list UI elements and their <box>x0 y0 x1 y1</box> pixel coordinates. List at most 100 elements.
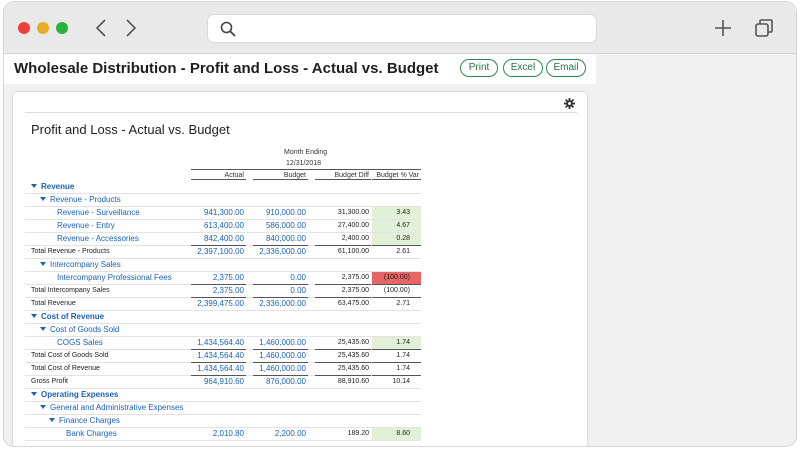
cell-actual[interactable]: 2,397,100.00 <box>191 247 244 257</box>
account-row-link[interactable]: Intercompany Professional Fees <box>57 273 172 283</box>
new-tab-button[interactable] <box>711 16 735 40</box>
subtotal-rule <box>253 245 308 246</box>
cell-actual[interactable]: 1,434,564.40 <box>191 364 244 374</box>
divider <box>25 112 577 113</box>
cell-diff: 63,475.00 <box>337 300 369 307</box>
row-label-text: Total Revenue <box>31 300 76 307</box>
caret-down-icon[interactable] <box>49 418 55 422</box>
group-row-toggle[interactable]: General and Administrative Expenses <box>40 403 183 413</box>
cell-budget-pct-var: 2.71 <box>396 300 410 307</box>
minimize-window-button[interactable] <box>37 22 49 34</box>
subtotal-rule <box>315 375 371 376</box>
group-row-toggle[interactable]: Revenue - Products <box>40 195 121 205</box>
subtotal-rule <box>372 284 421 285</box>
cell-budget[interactable]: 1,460,000.00 <box>253 364 306 374</box>
cell-actual[interactable]: 2,010.80 <box>191 429 244 439</box>
cell-actual[interactable]: 964,910.60 <box>191 377 244 387</box>
total-row-label: Total Cost of Goods Sold <box>31 351 108 361</box>
row-label-text: Finance Charges <box>59 416 120 425</box>
cell-actual[interactable]: 2,375.00 <box>191 273 244 283</box>
excel-button[interactable]: Excel <box>503 59 543 77</box>
cell-actual[interactable]: 2,399,475.00 <box>191 299 244 309</box>
row-separator <box>25 336 421 337</box>
account-row-link[interactable]: Revenue - Surveillance <box>57 208 140 218</box>
row-label-text: COGS Sales <box>57 338 103 347</box>
cell-budget[interactable]: 2,200.00 <box>253 429 306 439</box>
url-input[interactable] <box>244 19 584 39</box>
caret-down-icon[interactable] <box>40 262 46 266</box>
cell-budget[interactable]: 2,336,000.00 <box>253 299 306 309</box>
caret-down-icon[interactable] <box>31 184 37 188</box>
cell-actual[interactable]: 1,434,564.40 <box>191 338 244 348</box>
caret-down-icon[interactable] <box>40 197 46 201</box>
print-button[interactable]: Print <box>460 59 498 77</box>
back-button[interactable] <box>90 16 112 40</box>
subtotal-rule <box>191 349 246 350</box>
column-header-budget: Budget <box>283 172 306 179</box>
cell-budget[interactable]: 840,000.00 <box>253 234 306 244</box>
account-row-link[interactable]: COGS Sales <box>57 338 103 348</box>
cell-budget[interactable]: 0.00 <box>253 273 306 283</box>
caret-down-icon[interactable] <box>40 405 46 409</box>
row-separator <box>25 440 421 441</box>
subtotal-rule <box>315 362 371 363</box>
address-bar[interactable] <box>207 14 597 43</box>
row-label-text: Operating Expenses <box>41 390 119 399</box>
browser-toolbar <box>4 2 796 54</box>
group-row-toggle[interactable]: Revenue <box>31 182 74 192</box>
column-header-budget-diff: Budget Diff <box>334 172 369 179</box>
close-window-button[interactable] <box>18 22 30 34</box>
subtotal-rule <box>372 349 421 350</box>
cell-budget[interactable]: 0.00 <box>253 286 306 296</box>
cell-actual[interactable]: 1,434,564.40 <box>191 351 244 361</box>
subtotal-rule <box>253 362 308 363</box>
email-button[interactable]: Email <box>546 59 586 77</box>
tabs-icon <box>755 19 773 37</box>
row-separator <box>25 401 421 402</box>
group-row-toggle[interactable]: Cost of Revenue <box>31 312 104 322</box>
group-row-toggle[interactable]: Intercompany Sales <box>40 260 121 270</box>
period-label: Month Ending <box>284 149 328 156</box>
row-label-text: Revenue - Surveillance <box>57 208 140 217</box>
cell-actual[interactable]: 941,300.00 <box>191 208 244 218</box>
cell-budget-pct-var: 1.74 <box>396 352 410 359</box>
cell-actual[interactable]: 842,400.00 <box>191 234 244 244</box>
caret-down-icon[interactable] <box>31 314 37 318</box>
cell-budget[interactable]: 876,000.00 <box>253 377 306 387</box>
caret-down-icon[interactable] <box>40 327 46 331</box>
cell-actual[interactable]: 613,400.00 <box>191 221 244 231</box>
cell-budget[interactable]: 910,000.00 <box>253 208 306 218</box>
report-title: Profit and Loss - Actual vs. Budget <box>31 122 230 137</box>
total-row-label: Total Revenue - Products <box>31 247 110 257</box>
group-row-toggle[interactable]: Finance Charges <box>49 416 120 426</box>
cell-budget[interactable]: 2,336,000.00 <box>253 247 306 257</box>
account-row-link[interactable]: Revenue - Accessories <box>57 234 139 244</box>
column-header-rule <box>253 179 308 180</box>
row-label-text: Total Cost of Revenue <box>31 365 100 372</box>
caret-down-icon[interactable] <box>31 392 37 396</box>
cell-actual[interactable]: 2,375.00 <box>191 286 244 296</box>
column-header-actual: Actual <box>224 172 244 179</box>
cell-budget[interactable]: 1,460,000.00 <box>253 338 306 348</box>
gear-icon[interactable] <box>564 98 575 109</box>
row-label-text: Cost of Revenue <box>41 312 105 321</box>
forward-button[interactable] <box>120 16 142 40</box>
subtotal-rule <box>315 245 371 246</box>
account-row-link[interactable]: Bank Charges <box>66 429 117 439</box>
subtotal-rule <box>315 297 371 298</box>
account-row-link[interactable]: Revenue - Entry <box>57 221 115 231</box>
cell-budget[interactable]: 1,460,000.00 <box>253 351 306 361</box>
tab-overview-button[interactable] <box>752 16 776 40</box>
subtotal-rule <box>372 362 421 363</box>
cell-diff: 2,375.00 <box>341 274 369 281</box>
total-row-label: Total Intercompany Sales <box>31 286 110 296</box>
cell-budget-pct-var: 1.74 <box>396 365 410 372</box>
chevron-right-icon <box>126 19 137 37</box>
maximize-window-button[interactable] <box>56 22 68 34</box>
group-row-toggle[interactable]: Cost of Goods Sold <box>40 325 119 335</box>
cell-budget-pct-var: 10.14 <box>392 378 410 385</box>
cell-diff: 25,435.60 <box>337 365 369 372</box>
group-row-toggle[interactable]: Operating Expenses <box>31 390 118 400</box>
cell-budget[interactable]: 586,000.00 <box>253 221 306 231</box>
row-label-text: Intercompany Sales <box>50 260 121 269</box>
